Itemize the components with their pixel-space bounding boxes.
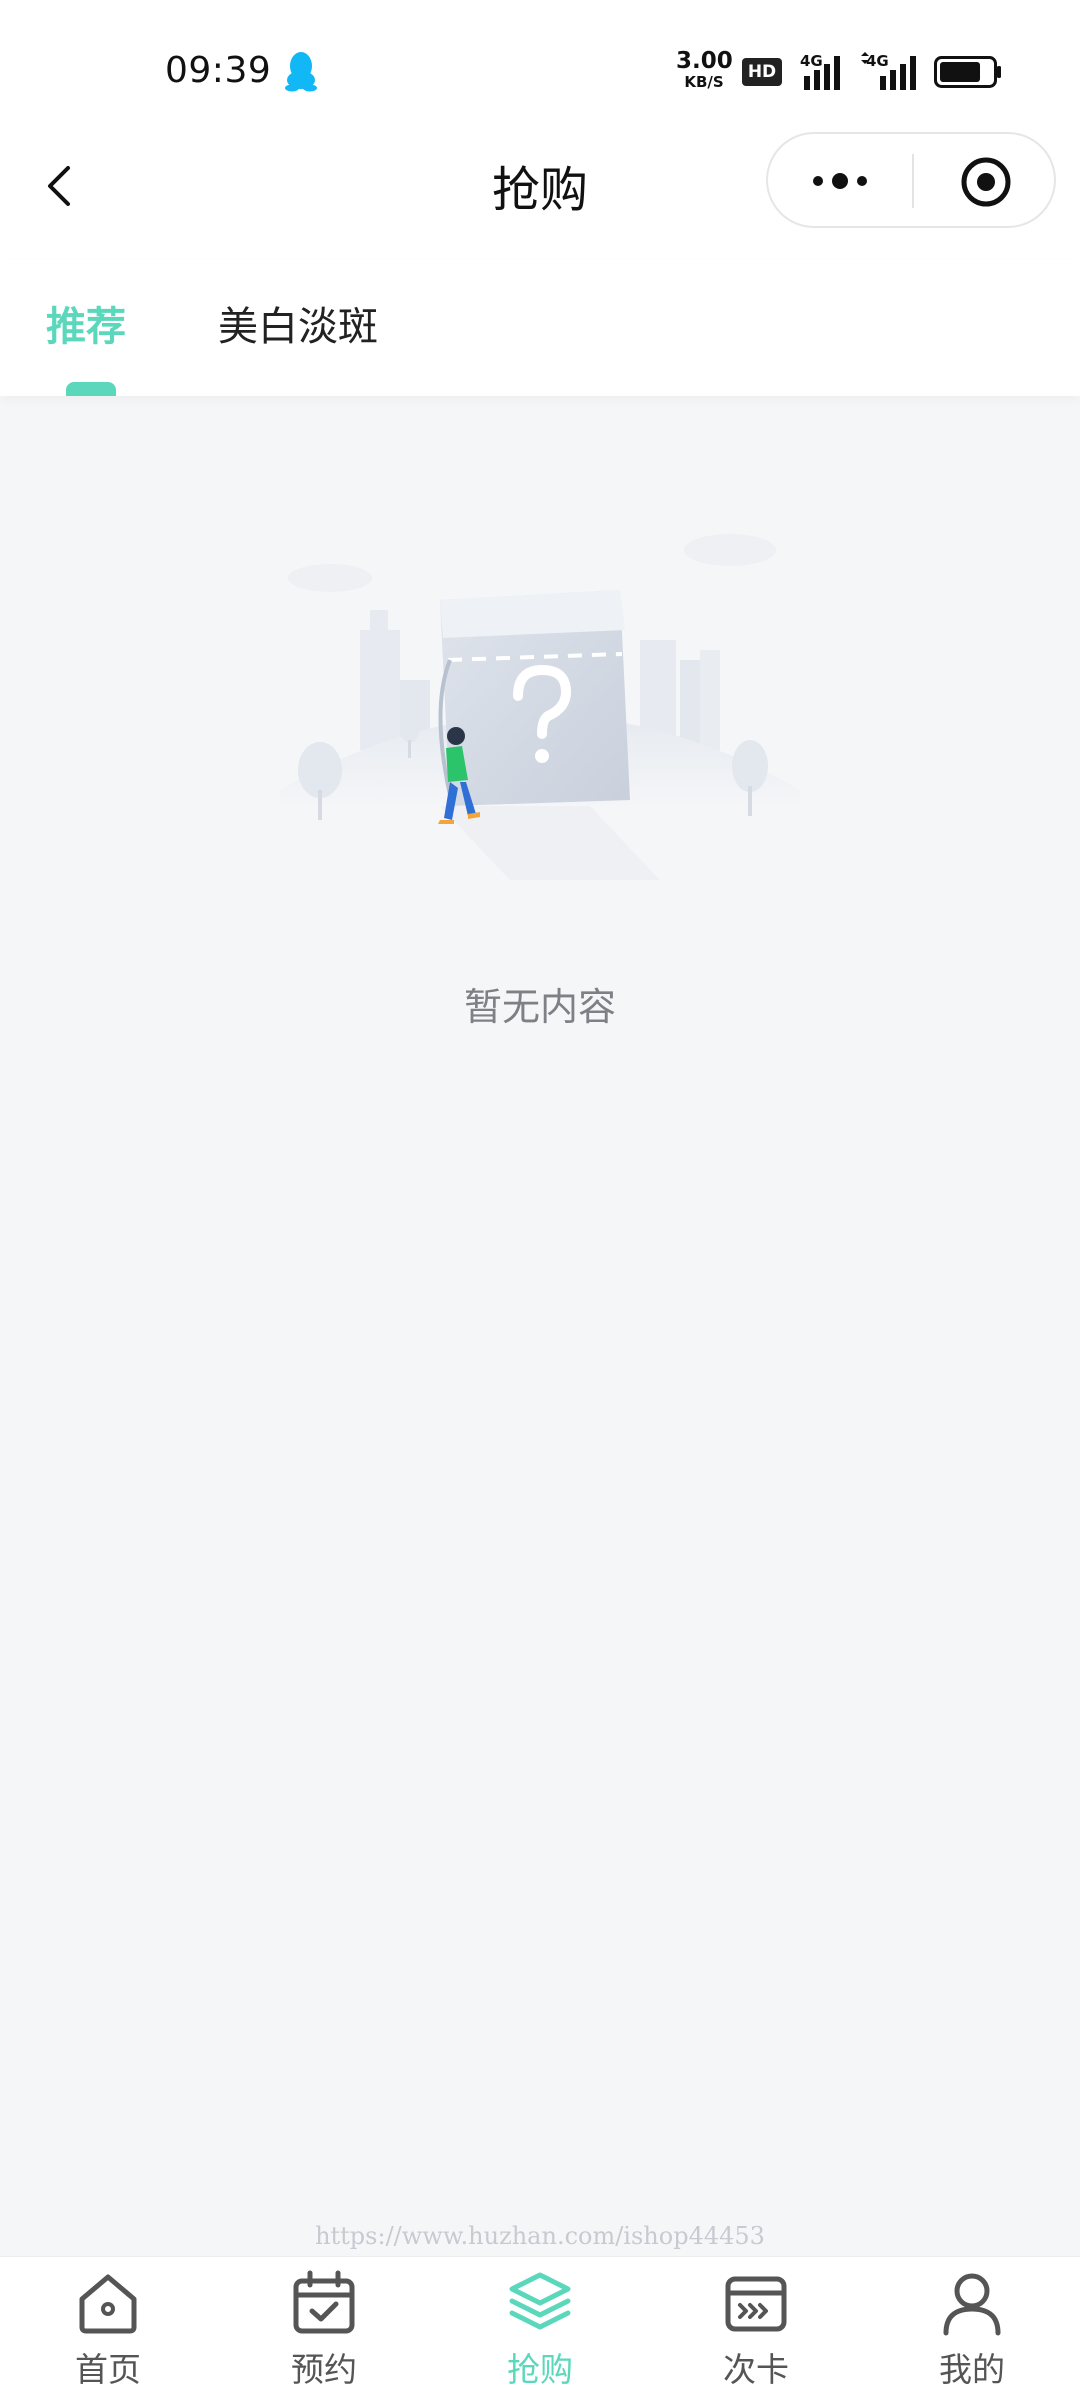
app-root: 09:39 3.00 KB/S HD 4G 4G 抢购 推荐 美白淡斑 暂无内容… <box>0 0 1080 2400</box>
net-speed-unit: KB/S <box>684 73 724 91</box>
tabbar-item-home[interactable]: 首页 <box>0 2257 216 2400</box>
home-icon <box>79 2274 137 2334</box>
card-icon <box>725 2276 787 2332</box>
tabbar-label-flash-sale: 抢购 <box>507 2350 573 2389</box>
empty-state-text: 暂无内容 <box>463 985 616 1029</box>
tabbar-item-booking[interactable]: 预约 <box>216 2257 432 2400</box>
nav-bar: 抢购 <box>0 132 1080 260</box>
tabbar-item-profile[interactable]: 我的 <box>864 2257 1080 2400</box>
layers-icon <box>509 2272 571 2330</box>
target-circle-icon[interactable] <box>958 154 1014 210</box>
tabbar-item-card[interactable]: 次卡 <box>648 2257 864 2400</box>
net-speed-value: 3.00 <box>676 48 733 74</box>
tab-recommend[interactable]: 推荐 <box>46 294 126 352</box>
mini-program-capsule <box>766 132 1056 228</box>
bottom-tab-bar: 首页 预约 抢购 次卡 我的 <box>0 2256 1080 2400</box>
tabbar-label-booking: 预约 <box>291 2350 357 2389</box>
user-icon <box>943 2273 1001 2336</box>
signal-2-icon <box>861 52 916 90</box>
tab-whitening[interactable]: 美白淡斑 <box>218 294 378 352</box>
signal-1-icon <box>804 56 840 90</box>
tabbar-label-home: 首页 <box>75 2350 141 2389</box>
status-bar: 09:39 3.00 KB/S HD 4G 4G <box>0 0 1080 140</box>
tabbar-label-profile: 我的 <box>939 2350 1005 2389</box>
tab-active-indicator <box>66 382 116 396</box>
more-dots-icon[interactable] <box>808 166 872 196</box>
tabbar-label-card: 次卡 <box>723 2350 789 2389</box>
qq-penguin-icon <box>285 52 317 92</box>
tabbar-item-flash-sale[interactable]: 抢购 <box>432 2257 648 2400</box>
watermark-text: https://www.huzhan.com/ishop44453 <box>315 2222 765 2250</box>
net-speed: 3.00 KB/S <box>676 48 733 91</box>
capsule-divider <box>912 154 914 208</box>
battery-icon <box>934 56 1001 88</box>
hd-badge: HD <box>742 58 782 86</box>
category-tabs: 推荐 美白淡斑 <box>0 260 1080 396</box>
calendar-check-icon <box>293 2270 355 2334</box>
status-time: 09:39 <box>165 50 272 91</box>
empty-box-illustration <box>280 534 800 880</box>
